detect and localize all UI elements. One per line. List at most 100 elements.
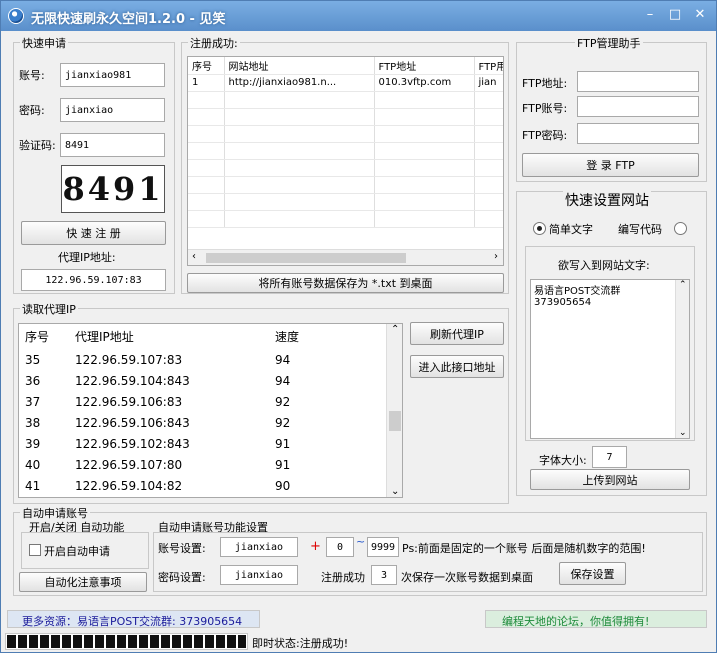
cell-index: 41: [25, 478, 41, 493]
site-text-line2: 373905654: [534, 297, 592, 308]
cell-speed: 90: [275, 478, 291, 493]
cell-site: http://jianxiao981.n...: [224, 74, 375, 92]
save-every-input[interactable]: 3: [371, 565, 397, 585]
close-button[interactable]: ✕: [691, 6, 709, 24]
horizontal-scrollbar[interactable]: ‹ ›: [188, 249, 503, 265]
scroll-right-icon[interactable]: ›: [494, 251, 498, 262]
account-input[interactable]: jianxiao981: [60, 63, 165, 87]
table-row[interactable]: 35 122.96.59.107:83 94: [19, 349, 387, 370]
table-row[interactable]: 1 http://jianxiao981.n... 010.3vftp.com …: [188, 74, 503, 92]
scroll-left-icon[interactable]: ‹: [192, 251, 196, 262]
cell-speed: 94: [275, 373, 291, 388]
ps-hint: Ps:前面是固定的一个账号 后面是随机数字的范围!: [402, 542, 646, 555]
text-vertical-scrollbar[interactable]: ⌃ ⌄: [675, 280, 689, 438]
col-proxy-speed[interactable]: 速度: [269, 324, 387, 349]
col-index[interactable]: 序号: [188, 57, 225, 75]
cell-index: 37: [25, 394, 41, 409]
proxy-vertical-scrollbar[interactable]: ⌃ ⌄: [386, 324, 402, 497]
proxy-table[interactable]: 序号 代理IP地址 速度 35 122.96.59.107:83 94 36 122.…: [18, 323, 403, 498]
cell-index: 40: [25, 457, 41, 472]
captcha-image[interactable]: 8491: [61, 165, 165, 213]
col-site[interactable]: 网站地址: [224, 57, 375, 75]
cell-speed: 91: [275, 436, 291, 451]
proxy-scrollbar-thumb[interactable]: [389, 411, 401, 431]
maximize-button[interactable]: □: [666, 6, 684, 24]
auto-apply-checkbox[interactable]: [29, 544, 41, 556]
write-code-radio[interactable]: [674, 222, 687, 235]
cell-index: 38: [25, 415, 41, 430]
cell-speed: 94: [275, 352, 291, 367]
account-label: 账号:: [19, 69, 45, 82]
cell-speed: 92: [275, 394, 291, 409]
scroll-up-icon[interactable]: ⌃: [391, 324, 399, 335]
cell-index: 35: [25, 352, 41, 367]
password-input[interactable]: jianxiao: [60, 98, 165, 122]
simple-text-label: 简单文字: [549, 223, 593, 236]
title-bar: 无限快速刷永久空间1.2.0 - 见笑 – □ ✕: [1, 1, 716, 31]
ftp-address-input[interactable]: [577, 71, 699, 92]
proxy-caption: 读取代理IP: [20, 301, 78, 317]
cell-ftp-address: 010.3vftp.com: [374, 74, 475, 92]
more-resources-bar: 更多资源：易语言POST交流群: 373905654: [7, 610, 260, 628]
table-row[interactable]: 37 122.96.59.106:83 92: [19, 391, 387, 412]
plus-sign: +: [310, 539, 321, 554]
scroll-down-icon[interactable]: ⌄: [679, 428, 687, 438]
auto-account-input[interactable]: jianxiao: [220, 537, 298, 557]
password-label: 密码:: [19, 104, 45, 117]
cell-ip: 122.96.59.102:843: [75, 436, 190, 451]
minimize-button[interactable]: –: [641, 6, 659, 24]
table-row[interactable]: 41 122.96.59.104:82 90: [19, 475, 387, 496]
save-accounts-button[interactable]: 将所有账号数据保存为 *.txt 到桌面: [187, 273, 504, 293]
write-text-label: 欲写入到网站文字:: [558, 259, 650, 272]
auto-password-input[interactable]: jianxiao: [220, 565, 298, 585]
scrollbar-thumb[interactable]: [206, 253, 406, 263]
col-ftp-user[interactable]: FTP用: [474, 57, 503, 75]
proxy-header: 序号 代理IP地址 速度: [19, 324, 387, 349]
refresh-proxy-button[interactable]: 刷新代理IP: [410, 322, 504, 345]
table-row[interactable]: 40 122.96.59.107:80 91: [19, 454, 387, 475]
enter-interface-button[interactable]: 进入此接口地址: [410, 355, 504, 378]
table-row[interactable]: 39 122.96.59.102:843 91: [19, 433, 387, 454]
registered-table[interactable]: 序号 网站地址 FTP地址 FTP用 1 http://jianxiao981.…: [187, 56, 504, 266]
table-row[interactable]: 38 122.96.59.106:843 92: [19, 412, 387, 433]
progress-fill: [7, 635, 246, 648]
scroll-up-icon[interactable]: ⌃: [679, 280, 687, 290]
app-icon: [8, 8, 24, 24]
ftp-account-label: FTP账号:: [522, 102, 568, 115]
scroll-down-icon[interactable]: ⌄: [391, 486, 399, 497]
cell-ip: 122.96.59.107:83: [75, 352, 183, 367]
proxy-ip-label: 代理IP地址:: [58, 251, 116, 264]
write-code-label: 编写代码: [618, 223, 662, 236]
cell-index: 1: [188, 74, 225, 92]
status-text: 即时状态:注册成功!: [252, 637, 349, 650]
cell-ip: 122.96.59.106:83: [75, 394, 183, 409]
quick-register-button[interactable]: 快 速 注 册: [21, 221, 166, 245]
ftp-caption: FTP管理助手: [575, 35, 643, 51]
proxy-ip-value[interactable]: 122.96.59.107:83: [21, 269, 166, 291]
simple-text-radio[interactable]: [533, 222, 546, 235]
cell-index: 39: [25, 436, 41, 451]
table-row[interactable]: 36 122.96.59.104:843 94: [19, 370, 387, 391]
app-window: 无限快速刷永久空间1.2.0 - 见笑 – □ ✕ 快速申请 账号: jianx…: [0, 0, 717, 653]
random-start-input[interactable]: 0: [326, 537, 354, 557]
col-proxy-ip[interactable]: 代理IP地址: [69, 324, 269, 349]
col-ftp-address[interactable]: FTP地址: [374, 57, 475, 75]
captcha-input[interactable]: 8491: [60, 133, 165, 157]
auto-apply-checkbox-label: 开启自动申请: [44, 545, 110, 558]
auto-notice-button[interactable]: 自动化注意事项: [19, 572, 147, 592]
random-end-input[interactable]: 9999: [367, 537, 399, 557]
more-resources-text[interactable]: 更多资源：易语言POST交流群: 373905654: [22, 613, 242, 629]
success-every-label: 注册成功: [321, 571, 365, 584]
save-settings-button[interactable]: 保存设置: [559, 562, 626, 585]
ftp-login-button[interactable]: 登 录 FTP: [522, 153, 699, 177]
site-text-line1: 易语言POST交流群: [534, 286, 621, 297]
registered-header: 序号 网站地址 FTP地址 FTP用: [188, 57, 503, 75]
col-proxy-index[interactable]: 序号: [19, 324, 69, 349]
upload-button[interactable]: 上传到网站: [530, 469, 690, 490]
font-size-input[interactable]: 7: [592, 446, 627, 468]
cell-speed: 91: [275, 457, 291, 472]
site-text-area[interactable]: 易语言POST交流群 373905654 ⌃ ⌄: [530, 279, 690, 439]
cell-index: 36: [25, 373, 41, 388]
ftp-password-input[interactable]: [577, 123, 699, 144]
ftp-account-input[interactable]: [577, 96, 699, 117]
